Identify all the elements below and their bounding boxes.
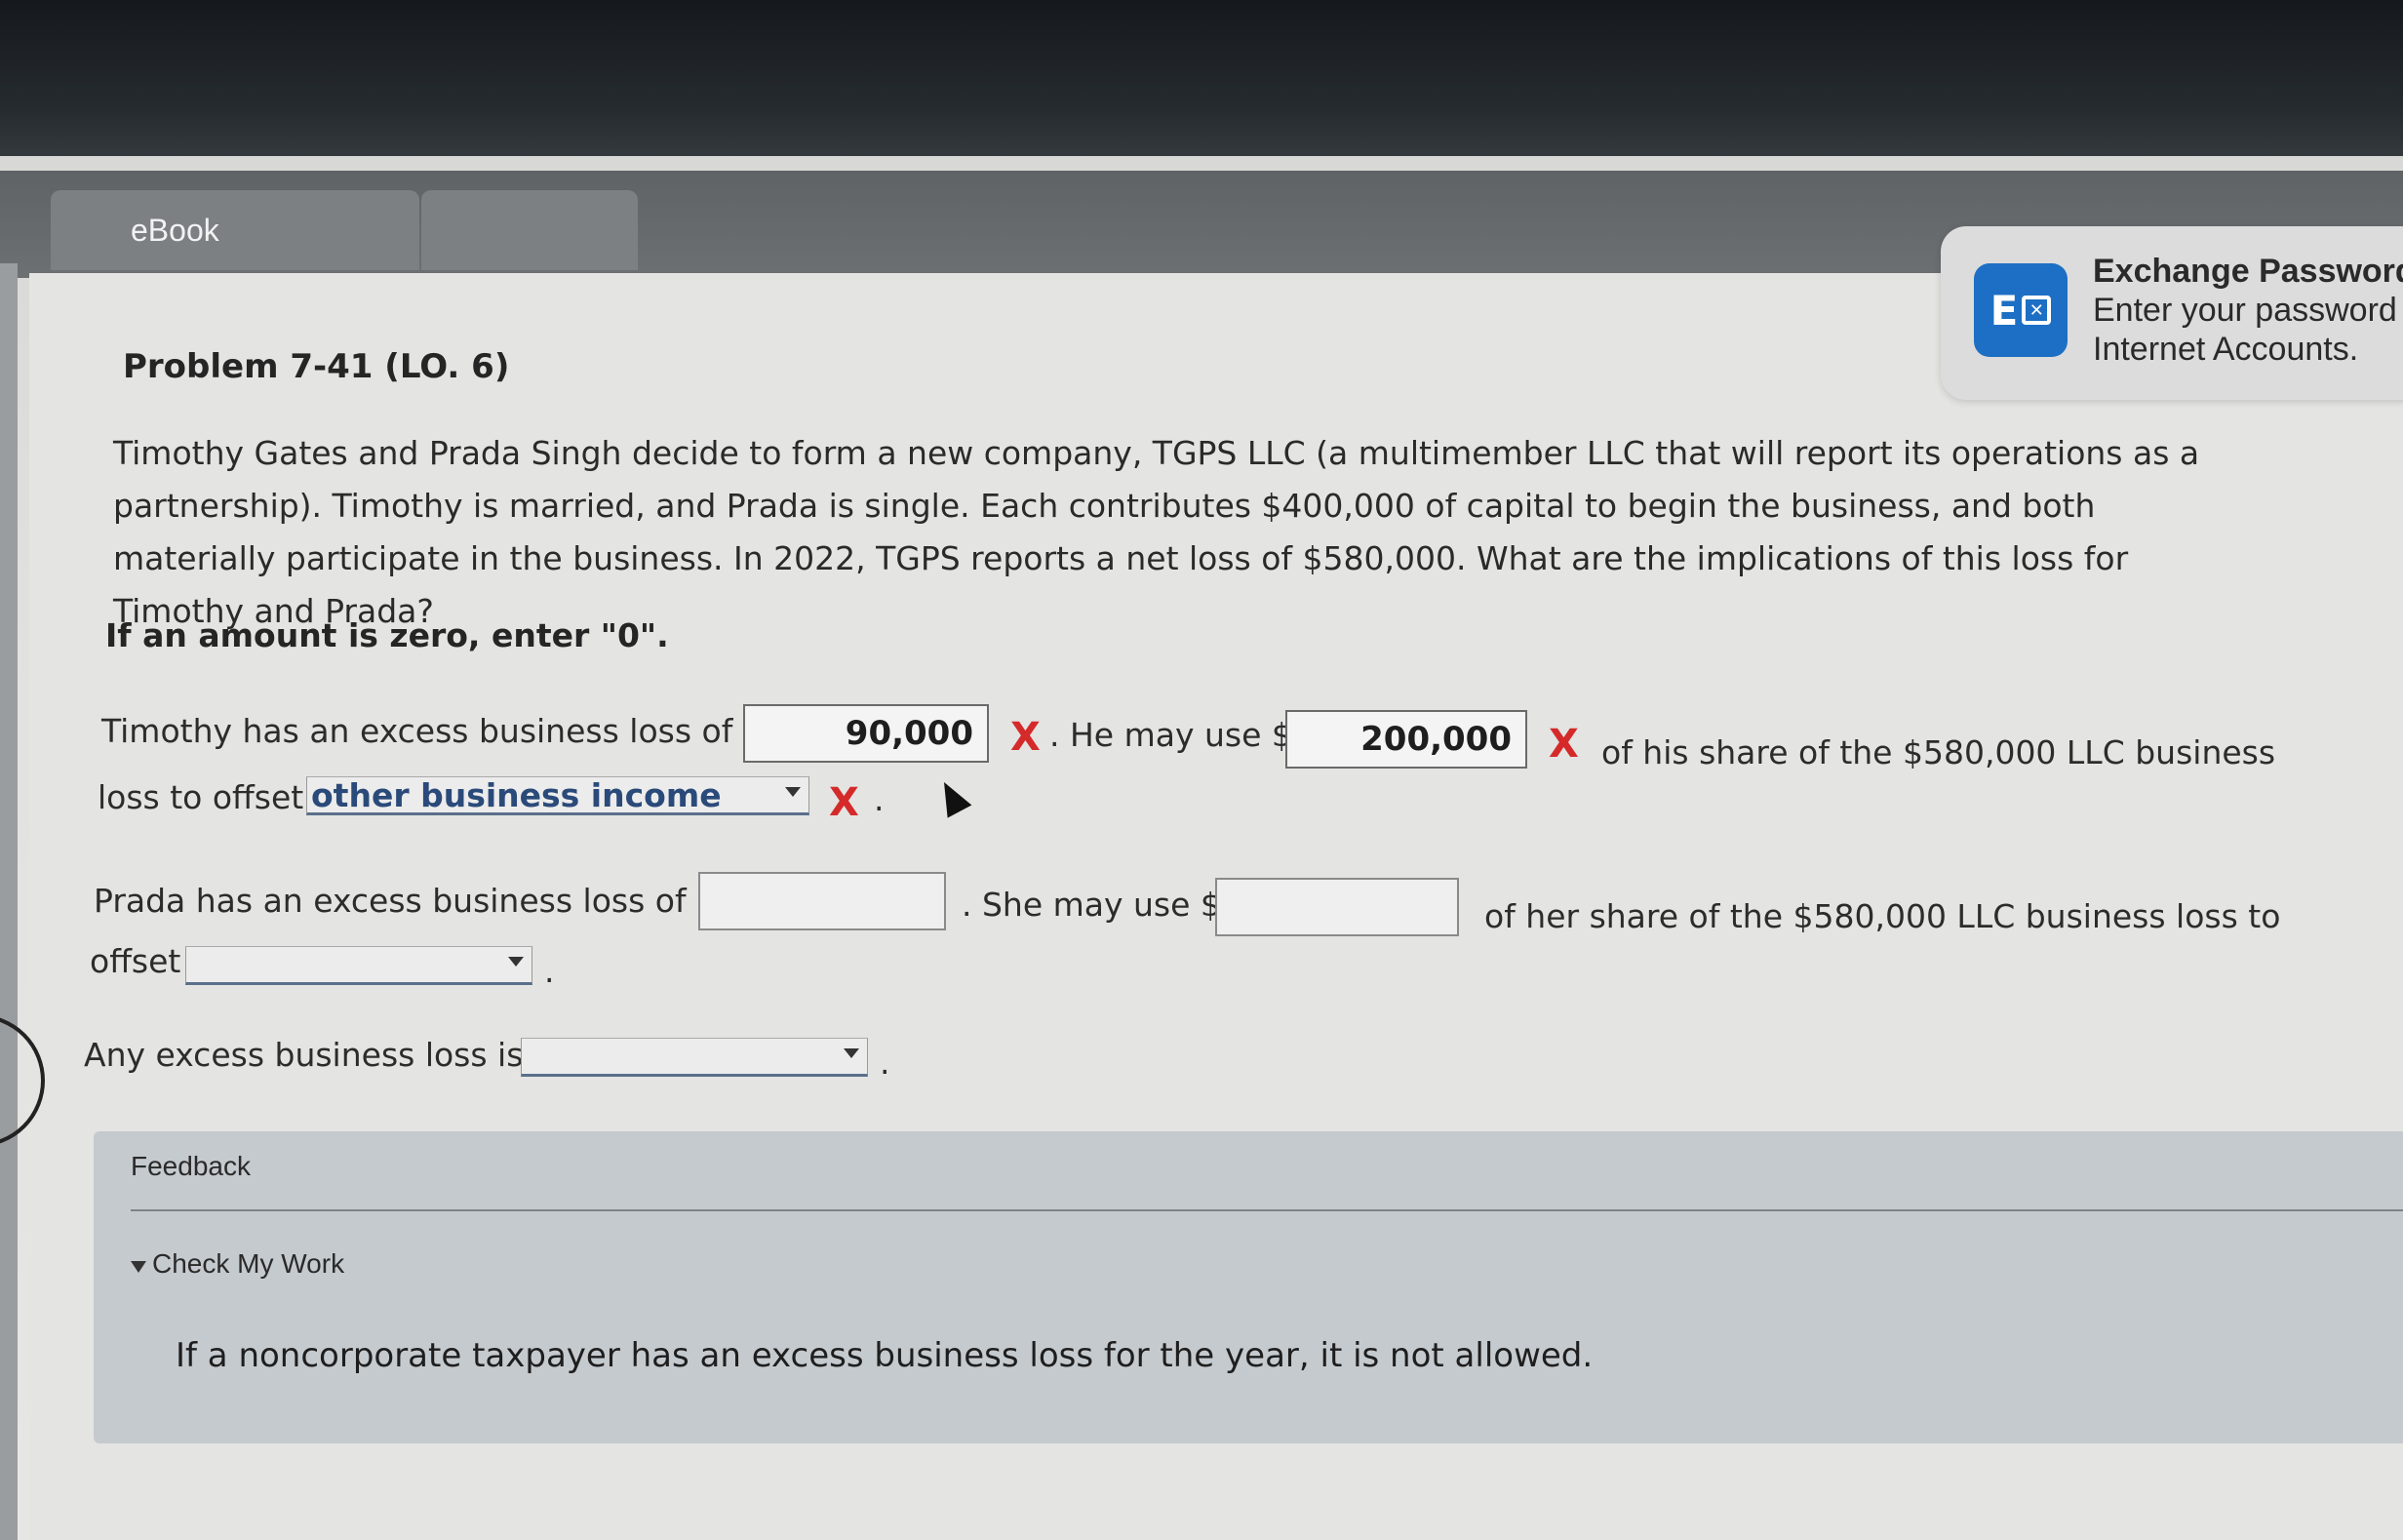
timothy-end-period: . — [874, 780, 885, 818]
timothy-offset-incorrect-icon: X — [829, 780, 859, 825]
prada-text-1: Prada has an excess business loss of $ — [94, 882, 718, 920]
prada-text-4: offset — [90, 942, 181, 980]
chevron-down-icon — [508, 957, 524, 967]
chevron-down-icon — [844, 1048, 859, 1058]
timothy-offset-select[interactable]: other business income — [306, 776, 809, 815]
exchange-icon: E ✕ — [1974, 263, 2068, 357]
check-my-work-toggle[interactable]: Check My Work — [131, 1248, 344, 1280]
prada-text-2: . She may use $ — [962, 886, 1221, 924]
prada-end-period: . — [544, 952, 555, 990]
timothy-use-incorrect-icon: X — [1549, 722, 1579, 767]
notification-line2: Internet Accounts. — [2093, 331, 2359, 368]
triangle-down-icon — [131, 1261, 146, 1273]
problem-paragraph: Timothy Gates and Prada Singh decide to … — [113, 434, 2200, 630]
feedback-panel — [94, 1131, 2403, 1443]
any-excess-select[interactable] — [521, 1038, 868, 1077]
left-window-edge — [0, 263, 18, 1540]
tab-ebook-label: eBook — [131, 212, 219, 248]
timothy-text-3: of his share of the $580,000 LLC busines… — [1601, 733, 2276, 771]
timothy-excess-loss-input[interactable]: 90,000 — [743, 704, 989, 763]
check-my-work-label: Check My Work — [152, 1248, 345, 1279]
problem-title: Problem 7-41 (LO. 6) — [123, 347, 510, 386]
timothy-use-input[interactable]: 200,000 — [1285, 710, 1527, 769]
timothy-excess-incorrect-icon: X — [1010, 715, 1041, 760]
feedback-title: Feedback — [131, 1151, 251, 1181]
feedback-body: If a noncorporate taxpayer has an excess… — [176, 1336, 1594, 1375]
feedback-divider — [131, 1209, 2403, 1211]
prada-excess-loss-input[interactable] — [698, 872, 946, 930]
prada-text-3: of her share of the $580,000 LLC busines… — [1484, 897, 2281, 935]
prada-offset-select[interactable] — [185, 946, 532, 985]
top-dark-bezel — [0, 0, 2403, 156]
any-excess-end-period: . — [880, 1044, 890, 1082]
notification-title: Exchange Password — [2093, 253, 2403, 290]
chevron-down-icon — [785, 787, 801, 797]
any-excess-text: Any excess business loss is — [84, 1036, 524, 1074]
tab-secondary[interactable] — [421, 190, 638, 270]
notification-line1: Enter your password — [2093, 292, 2397, 329]
zero-instruction: If an amount is zero, enter "0". — [105, 616, 669, 654]
tab-ebook[interactable]: eBook — [51, 190, 419, 270]
notification-text: Exchange Password Enter your password In… — [2093, 252, 2403, 369]
prada-use-input[interactable] — [1215, 878, 1459, 936]
timothy-text-2: . He may use $ — [1049, 716, 1292, 754]
timothy-offset-value: other business income — [311, 775, 722, 814]
timothy-text-1: Timothy has an excess business loss of $ — [101, 712, 764, 750]
timothy-text-4: loss to offset — [98, 778, 304, 816]
